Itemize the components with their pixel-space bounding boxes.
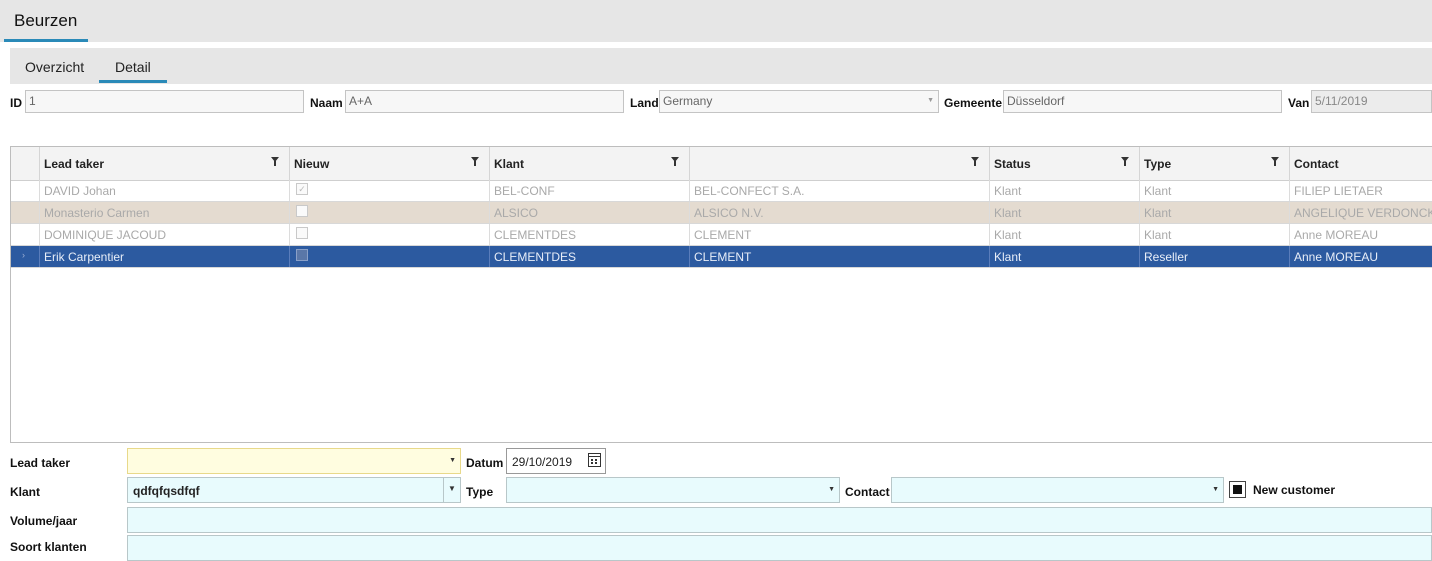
tab-detail[interactable]: Detail [115,59,151,75]
cell-contact: Anne MOREAU [1294,250,1379,264]
volume-label: Volume/jaar [10,514,78,528]
column-header-nieuw[interactable]: Nieuw [290,147,490,180]
cell-nieuw [290,224,490,245]
cell-klant-name: BEL-CONFECT S.A. [690,180,990,201]
table-row[interactable]: DAVID Johan ✓ BEL-CONF BEL-CONFECT S.A. … [11,180,1432,202]
gemeente-label: Gemeente [944,96,1003,110]
cell-status: Klant [990,180,1140,201]
datum-value: 29/10/2019 [512,455,573,469]
volume-input[interactable] [127,507,1432,533]
cell-klant-name: CLEMENT [690,224,990,245]
calendar-icon[interactable] [588,453,601,467]
filter-icon[interactable] [1121,157,1129,166]
tab-active-indicator [99,80,167,83]
column-header-lead-taker[interactable]: Lead taker [40,147,290,180]
id-field[interactable]: 1 [25,90,304,113]
cell-klant: CLEMENTDES [490,224,690,245]
page-title: Beurzen [14,11,78,30]
cell-klant: CLEMENTDES [490,246,690,267]
cell-lead-taker: Monasterio Carmen [40,202,290,223]
filter-icon[interactable] [271,157,279,166]
nieuw-checkbox[interactable]: ✓ [296,183,308,195]
cell-status: Klant [990,202,1140,223]
cell-status: Klant [990,246,1140,267]
column-header-klant-name[interactable] [690,147,990,180]
cell-type: Reseller [1140,246,1290,267]
van-label: Van [1288,96,1310,110]
nieuw-checkbox[interactable] [296,249,308,261]
new-customer-label: New customer [1253,483,1336,497]
klant-dropdown-button[interactable]: ▼ [443,478,460,502]
data-grid: Lead taker Nieuw Klant Status Type Conta… [10,146,1432,443]
klant-value: qdfqfqsdfqf [133,484,200,498]
filter-icon[interactable] [671,157,679,166]
soort-klanten-input[interactable] [127,535,1432,561]
naam-label: Naam [310,96,343,110]
filter-icon[interactable] [471,157,479,166]
row-indicator [11,202,40,223]
chevron-right-icon: › [22,250,25,260]
nieuw-checkbox[interactable] [296,205,308,217]
tab-overzicht[interactable]: Overzicht [25,59,84,75]
datum-date-field[interactable]: 29/10/2019 [506,448,606,474]
cell-type: Klant [1140,224,1290,245]
cell-type: Klant [1140,202,1290,223]
lead-taker-combobox[interactable]: ▼ [127,448,461,474]
column-header-status[interactable]: Status [990,147,1140,180]
table-row[interactable]: Monasterio Carmen ALSICO ALSICO N.V. Kla… [11,202,1432,224]
land-value: Germany [663,94,713,108]
cell-type: Klant [1140,180,1290,201]
cell-nieuw [290,202,490,223]
row-indicator [11,224,40,245]
grid-header: Lead taker Nieuw Klant Status Type Conta… [11,147,1432,181]
type-combobox[interactable]: ▼ [506,477,840,503]
filter-icon[interactable] [1271,157,1279,166]
lead-taker-label: Lead taker [10,456,71,470]
contact-combobox[interactable]: ▼ [891,477,1224,503]
cell-klant: ALSICO [490,202,690,223]
row-indicator [11,180,40,201]
klant-combobox[interactable]: qdfqfqsdfqf ▼ [127,477,461,503]
cell-nieuw: ✓ [290,180,490,201]
van-date-field[interactable]: 5/11/2019 [1311,90,1432,113]
datum-label: Datum [466,456,504,470]
chevron-down-icon: ▼ [1212,486,1219,493]
land-label: Land [630,96,659,110]
klant-label: Klant [10,485,40,499]
chevron-down-icon: ▼ [449,457,456,464]
cell-contact: FILIEP LIETAER [1294,184,1383,198]
soort-klanten-label: Soort klanten [10,540,87,554]
cell-lead-taker: DOMINIQUE JACOUD [40,224,290,245]
column-header-klant[interactable]: Klant [490,147,690,180]
table-row-selected[interactable]: › Erik Carpentier CLEMENTDES CLEMENT Kla… [11,246,1432,268]
type-label: Type [466,485,494,499]
cell-contact: ANGELIQUE VERDONCKT [1294,206,1432,220]
column-header-type[interactable]: Type [1140,147,1290,180]
chevron-down-icon: ▼ [448,484,456,493]
filter-icon[interactable] [971,157,979,166]
land-combobox[interactable]: Germany ▼ [659,90,939,113]
cell-nieuw [290,246,490,267]
cell-klant-name: ALSICO N.V. [690,202,990,223]
table-row[interactable]: DOMINIQUE JACOUD CLEMENTDES CLEMENT Klan… [11,224,1432,246]
cell-klant: BEL-CONF [490,180,690,201]
gemeente-field[interactable]: Düsseldorf [1003,90,1282,113]
cell-contact: Anne MOREAU [1294,228,1379,242]
cell-klant-name: CLEMENT [690,246,990,267]
cell-lead-taker: DAVID Johan [40,180,290,201]
row-indicator: › [11,246,40,267]
naam-field[interactable]: A+A [345,90,624,113]
cell-lead-taker: Erik Carpentier [40,246,290,267]
contact-label: Contact [845,485,890,499]
cell-status: Klant [990,224,1140,245]
title-bar [0,0,1432,42]
column-header-contact[interactable]: Contact [1290,147,1432,180]
nieuw-checkbox[interactable] [296,227,308,239]
id-label: ID [10,96,22,110]
chevron-down-icon: ▼ [927,97,934,104]
row-indicator-header [11,147,40,180]
new-customer-checkbox[interactable] [1229,481,1246,498]
chevron-down-icon: ▼ [828,486,835,493]
tab-bar [10,48,1432,84]
